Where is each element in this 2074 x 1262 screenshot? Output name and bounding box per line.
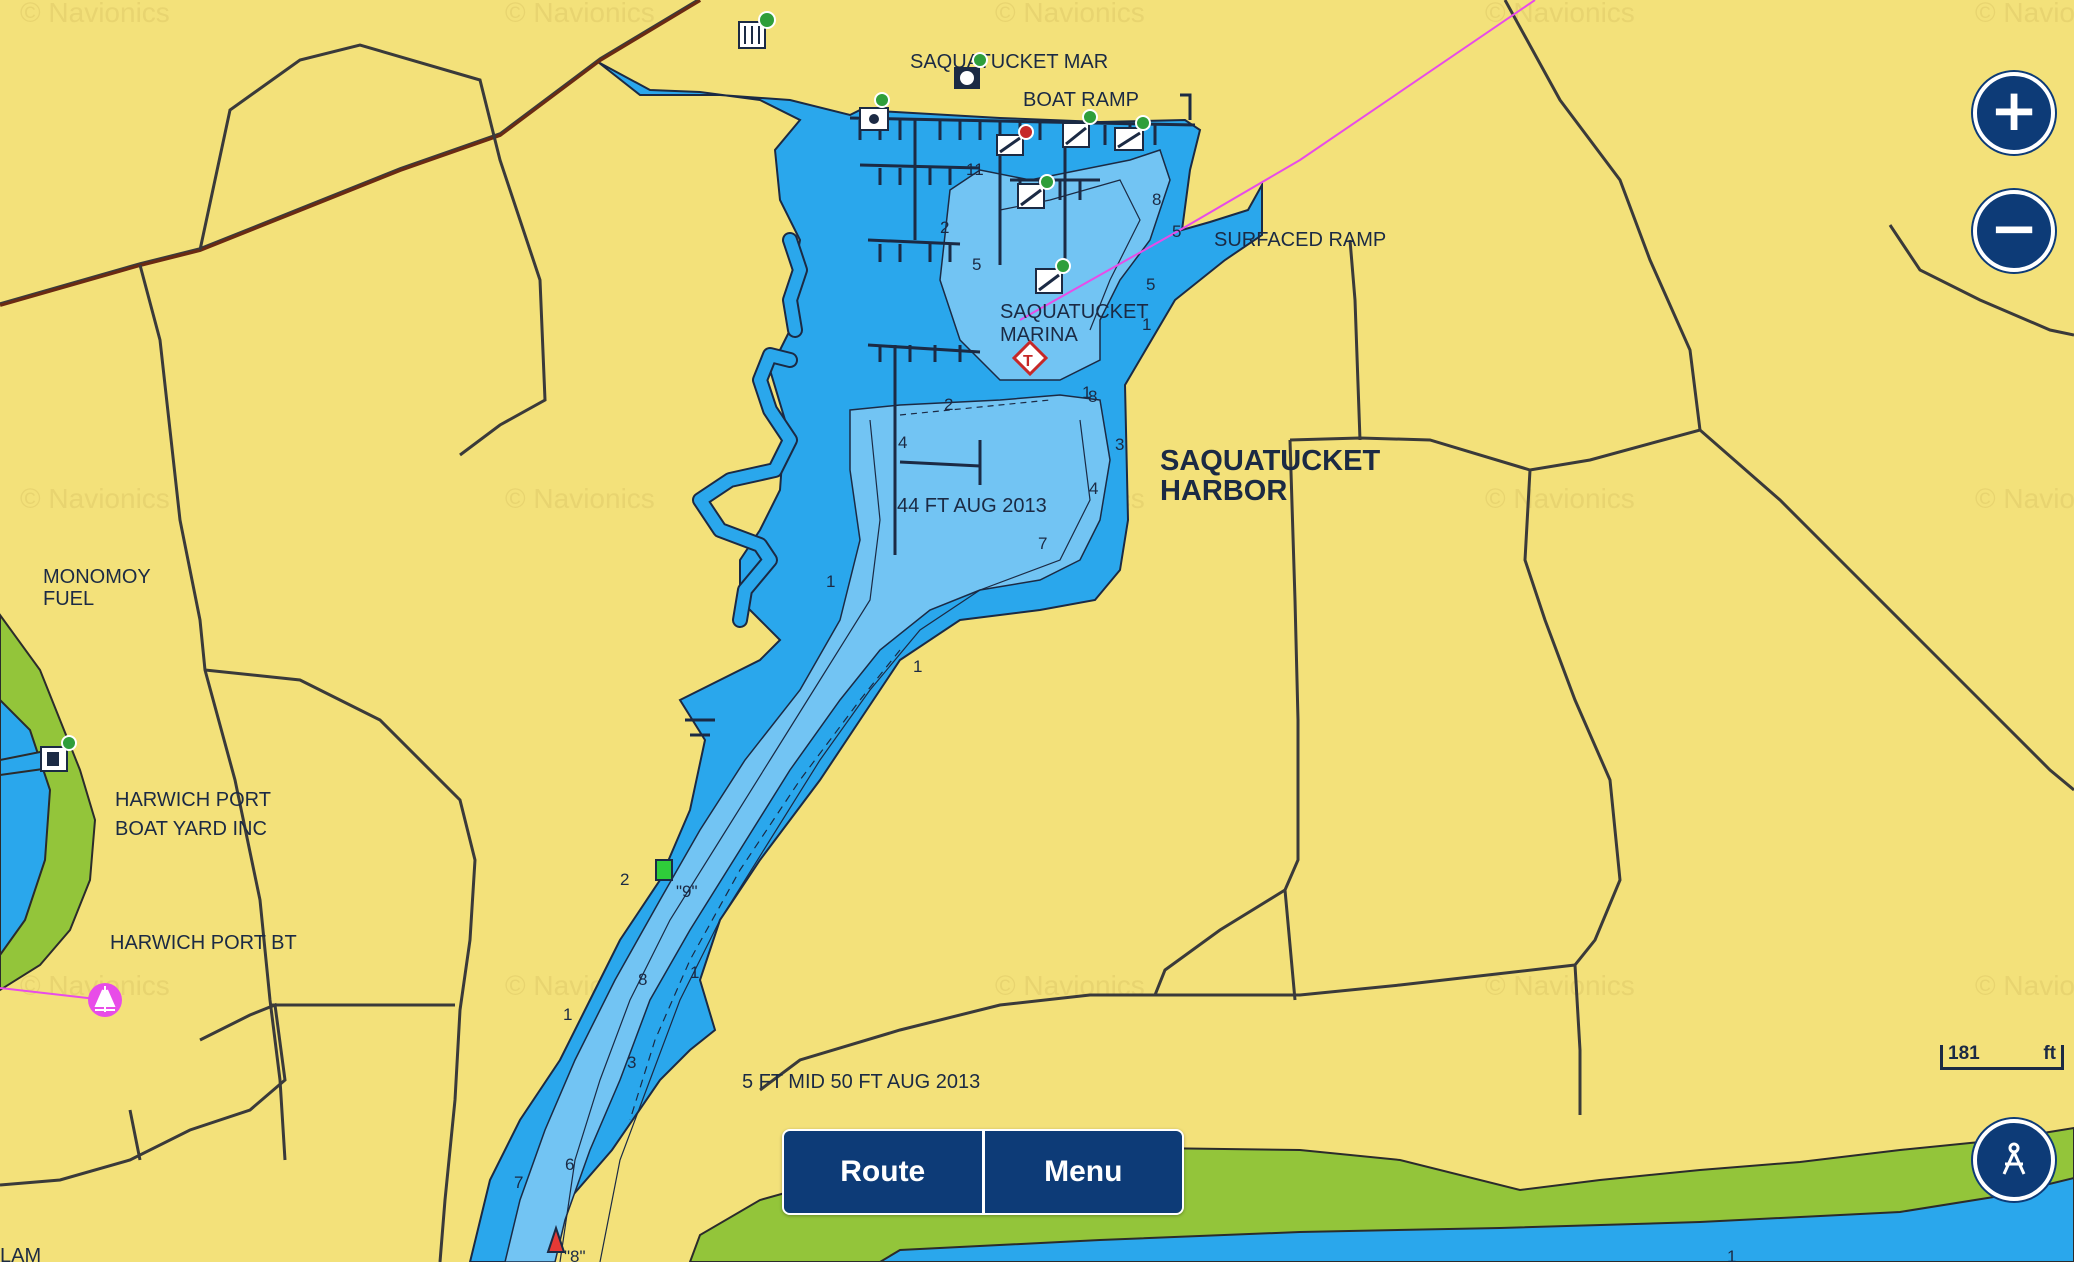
label-buoy: "9" [676, 882, 698, 901]
scale-unit: ft [2043, 1043, 2056, 1064]
label-boatyard-line1: HARWICH PORT [115, 789, 271, 811]
label-buoy-2: "8" [564, 1247, 586, 1262]
svg-text:© Navionics: © Navionics [505, 483, 655, 514]
svg-text:8: 8 [1088, 387, 1097, 406]
label-sounding-bottom: 5 FT MID 50 FT AUG 2013 [742, 1071, 980, 1093]
svg-text:1: 1 [690, 963, 699, 982]
creek-upper-water [784, 234, 806, 336]
svg-text:8: 8 [1152, 190, 1161, 209]
label-surfaced-ramp: SURFACED RAMP [1214, 229, 1386, 251]
label-edge: LAM [0, 1245, 41, 1262]
label-harbor-line2: HARBOR [1160, 475, 1287, 507]
zoom-out-button[interactable]: − [1973, 190, 2055, 272]
svg-text:1: 1 [913, 657, 922, 676]
svg-text:8: 8 [638, 970, 647, 989]
svg-text:3: 3 [627, 1053, 636, 1072]
label-boatyard-line2: BOAT YARD INC [115, 818, 267, 840]
svg-text:© Navionics: © Navionics [995, 0, 1145, 28]
svg-text:© Navionics: © Navionics [1975, 970, 2074, 1001]
svg-text:1: 1 [826, 572, 835, 591]
label-monomoy-line1: MONOMOY [43, 566, 151, 588]
svg-text:4: 4 [898, 433, 907, 452]
svg-text:© Navionics: © Navionics [1975, 0, 2074, 28]
svg-text:© Navionics: © Navionics [20, 0, 170, 28]
label-marina-line1: SAQUATUCKET [1000, 301, 1149, 323]
label-sounding-top: 44 FT AUG 2013 [897, 495, 1047, 517]
label-monomoy-line2: FUEL [43, 588, 94, 610]
svg-text:© Navionics: © Navionics [1975, 483, 2074, 514]
svg-text:1: 1 [1727, 1247, 1736, 1262]
svg-text:5: 5 [1172, 222, 1181, 241]
svg-text:5: 5 [972, 255, 981, 274]
svg-text:4: 4 [1089, 479, 1098, 498]
svg-text:1: 1 [1142, 315, 1151, 334]
bottom-toolbar: Route Menu [782, 1129, 1184, 1215]
sailboat-icon[interactable] [88, 983, 122, 1017]
plus-icon: + [1989, 76, 2039, 144]
svg-text:5: 5 [1146, 275, 1155, 294]
svg-text:© Navionics: © Navionics [20, 483, 170, 514]
label-harwich-bt: HARWICH PORT BT [110, 932, 297, 954]
nautical-chart[interactable]: © Navionics © Navionics © Navionics © Na… [0, 0, 2074, 1262]
scale-bar: 181 ft [1940, 1040, 2064, 1070]
label-boat-ramp: BOAT RAMP [1023, 89, 1139, 111]
svg-text:2: 2 [620, 870, 629, 889]
compass-icon [2002, 1142, 2026, 1175]
green-buoy-icon[interactable] [655, 859, 673, 881]
svg-text:2: 2 [940, 218, 949, 237]
locate-button[interactable] [1973, 1119, 2055, 1201]
menu-button[interactable]: Menu [984, 1131, 1182, 1213]
scale-value: 181 [1948, 1043, 1980, 1064]
svg-text:T: T [1023, 353, 1033, 370]
svg-text:© Navionics: © Navionics [505, 0, 655, 28]
svg-text:6: 6 [565, 1155, 574, 1174]
label-harbor-line1: SAQUATUCKET [1160, 445, 1380, 477]
label-marina-line2: MARINA [1000, 324, 1078, 346]
svg-text:© Navionics: © Navionics [1485, 970, 1635, 1001]
svg-text:11: 11 [966, 160, 984, 179]
zoom-in-button[interactable]: + [1973, 72, 2055, 154]
svg-text:7: 7 [514, 1173, 523, 1192]
svg-text:7: 7 [1038, 534, 1047, 553]
label-saquatucket-mar: SAQUATUCKET MAR [910, 51, 1108, 73]
minus-icon: − [1989, 194, 2039, 262]
svg-text:2: 2 [944, 395, 953, 414]
route-button[interactable]: Route [784, 1131, 982, 1213]
svg-text:3: 3 [1115, 435, 1124, 454]
svg-text:1: 1 [563, 1005, 572, 1024]
svg-text:© Navionics: © Navionics [1485, 483, 1635, 514]
